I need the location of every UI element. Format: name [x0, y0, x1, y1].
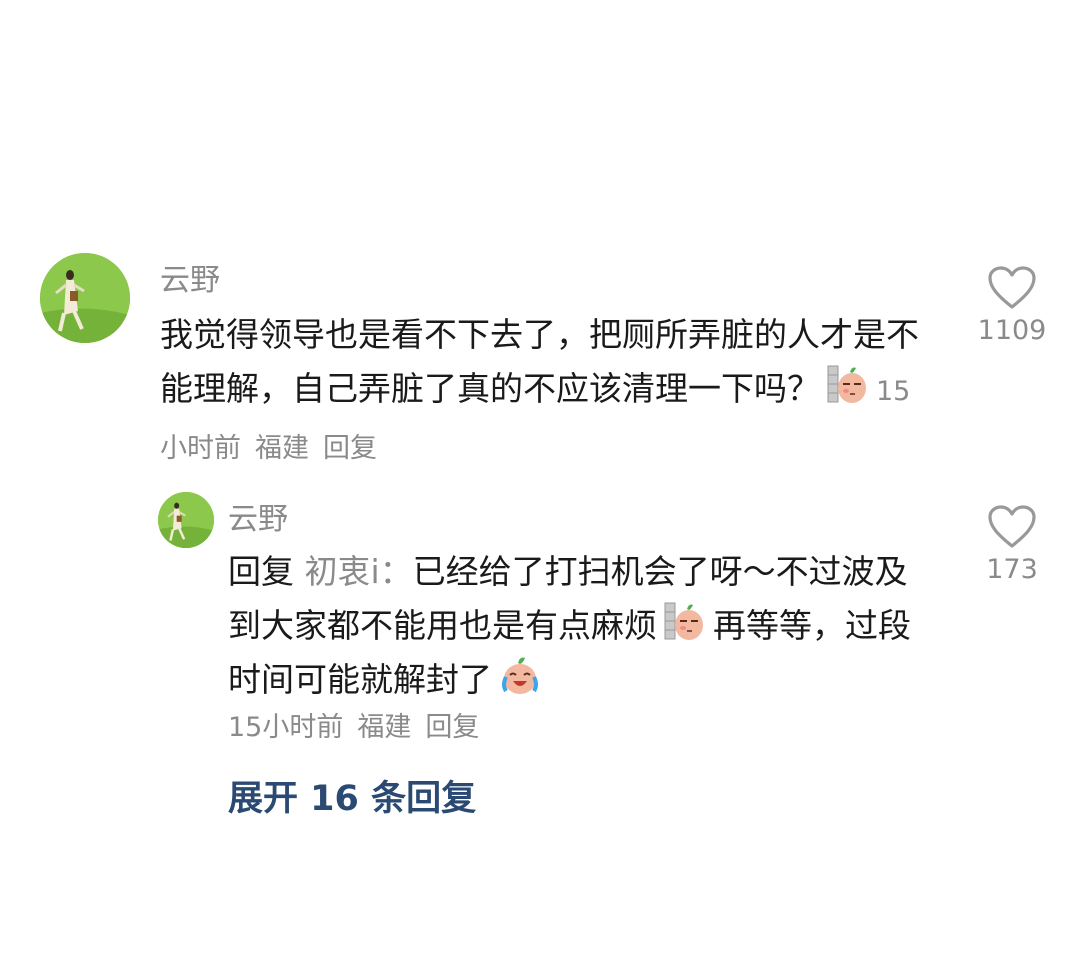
- peeking-sweet-potato-emoji-icon: [663, 599, 707, 643]
- reply-time: 15小时前: [228, 712, 344, 743]
- crying-laughing-sweet-potato-emoji-icon: [498, 653, 542, 697]
- peeking-sweet-potato-emoji-icon: [826, 362, 870, 406]
- expand-replies-button[interactable]: 展开 16 条回复: [228, 770, 476, 821]
- reply-like[interactable]: 173: [962, 504, 1062, 585]
- runner-on-grass-avatar-icon: [40, 253, 130, 343]
- runner-on-grass-avatar-icon: [158, 492, 214, 548]
- comment-avatar[interactable]: [40, 253, 130, 343]
- reply-avatar[interactable]: [158, 492, 214, 548]
- reply-location: 福建: [357, 712, 412, 743]
- comment-author[interactable]: 云野: [160, 255, 220, 299]
- comment-text: 我觉得领导也是看不下去了，把厕所弄脏的人才是不能理解，自己弄脏了真的不应该清理一…: [160, 315, 919, 408]
- comment-like[interactable]: 1109: [962, 265, 1062, 346]
- reply-body: 回复 初衷i：已经给了打扫机会了呀～不过波及到大家都不能用也是有点麻烦 再等等，…: [228, 545, 928, 707]
- heart-icon[interactable]: [987, 265, 1037, 311]
- reply-like-count: 173: [986, 554, 1038, 585]
- reply-mention[interactable]: 初衷i：: [305, 552, 413, 591]
- comment-reply-button[interactable]: 回复: [323, 433, 377, 464]
- comment-body: 我觉得领导也是看不下去了，把厕所弄脏的人才是不能理解，自己弄脏了真的不应该清理一…: [160, 308, 920, 476]
- reply-author[interactable]: 云野: [228, 494, 288, 538]
- reply-prefix: 回复: [228, 552, 294, 591]
- comment-like-count: 1109: [977, 315, 1047, 346]
- comment-location: 福建: [255, 433, 309, 464]
- reply-reply-button[interactable]: 回复: [425, 712, 479, 743]
- reply-meta: 15小时前 福建 回复: [228, 705, 479, 744]
- heart-icon[interactable]: [987, 504, 1037, 550]
